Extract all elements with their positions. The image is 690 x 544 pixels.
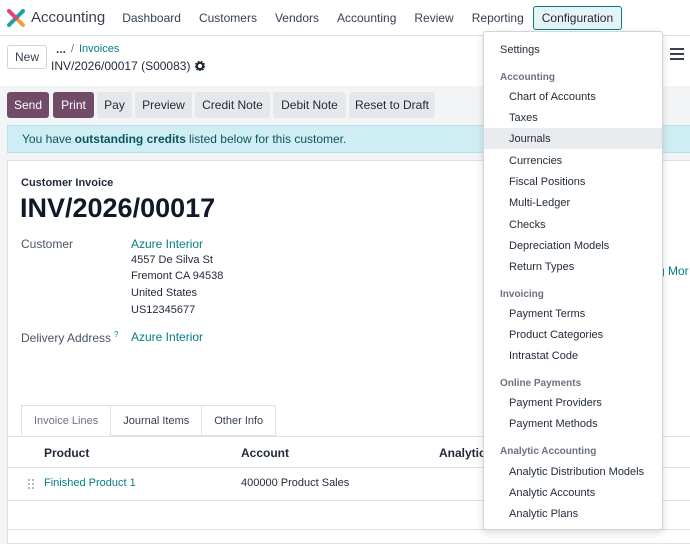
configuration-dropdown: Settings Accounting Chart of Accounts Ta… — [483, 31, 663, 530]
nav-reporting[interactable]: Reporting — [463, 6, 533, 30]
menu-journals[interactable]: Journals — [484, 128, 662, 149]
app-name[interactable]: Accounting — [31, 9, 105, 26]
send-button[interactable]: Send — [7, 92, 49, 118]
invoice-number: INV/2026/00017 — [20, 193, 216, 223]
address-line: Fremont CA 94538 — [131, 270, 224, 282]
credit-note-button[interactable]: Credit Note — [195, 92, 270, 118]
nav-customers[interactable]: Customers — [190, 6, 266, 30]
new-button[interactable]: New — [7, 45, 47, 69]
menu-payment-terms[interactable]: Payment Terms — [484, 303, 662, 324]
tab-journal-items[interactable]: Journal Items — [110, 405, 203, 436]
customer-label: Customer — [21, 237, 74, 251]
nav-vendors[interactable]: Vendors — [266, 6, 328, 30]
menu-payment-providers[interactable]: Payment Providers — [484, 392, 662, 413]
menu-checks[interactable]: Checks — [484, 214, 662, 235]
section-header-online-payments: Online Payments — [500, 378, 582, 389]
customer-link[interactable]: Azure Interior — [131, 237, 203, 251]
menu-currencies[interactable]: Currencies — [484, 150, 662, 171]
debit-note-button[interactable]: Debit Note — [273, 92, 346, 118]
menu-analytic-distribution-models[interactable]: Analytic Distribution Models — [484, 461, 662, 482]
column-product[interactable]: Product — [44, 446, 89, 460]
nav-dashboard[interactable]: Dashboard — [113, 6, 190, 30]
delivery-address-text: Delivery Address — [21, 331, 112, 345]
menu-chart-of-accounts[interactable]: Chart of Accounts — [484, 86, 662, 107]
tab-other-info[interactable]: Other Info — [201, 405, 277, 436]
alert-bold: outstanding credits — [74, 132, 186, 146]
menu-fiscal-positions[interactable]: Fiscal Positions — [484, 171, 662, 192]
alert-prefix: You have — [22, 132, 72, 146]
breadcrumb-dots[interactable]: ... — [56, 42, 66, 56]
delivery-address-label: Delivery Address? — [21, 330, 119, 345]
section-header-invoicing: Invoicing — [500, 289, 544, 300]
document-type: Customer Invoice — [21, 177, 114, 189]
menu-multi-ledger[interactable]: Multi-Ledger — [484, 192, 662, 213]
menu-analytic-accounts[interactable]: Analytic Accounts — [484, 482, 662, 503]
address-line: US12345677 — [131, 304, 196, 316]
help-icon[interactable]: ? — [114, 330, 118, 339]
tab-invoice-lines[interactable]: Invoice Lines — [21, 405, 112, 436]
menu-return-types[interactable]: Return Types — [484, 256, 662, 277]
alert-suffix: listed below for this customer. — [188, 132, 347, 146]
column-account[interactable]: Account — [241, 446, 289, 460]
menu-icon[interactable] — [670, 48, 684, 60]
menu-settings[interactable]: Settings — [484, 39, 662, 60]
gear-icon[interactable] — [195, 61, 206, 71]
menu-taxes[interactable]: Taxes — [484, 107, 662, 128]
accounting-app-icon[interactable] — [7, 8, 25, 27]
preview-button[interactable]: Preview — [135, 92, 192, 118]
form-tabs: Invoice Lines Journal Items Other Info — [21, 405, 277, 437]
menu-payment-methods[interactable]: Payment Methods — [484, 413, 662, 434]
section-header-analytic-accounting: Analytic Accounting — [500, 446, 597, 457]
nav-review[interactable]: Review — [405, 6, 462, 30]
menu-product-categories[interactable]: Product Categories — [484, 324, 662, 345]
record-name: INV/2026/00017 (S00083) — [51, 59, 191, 73]
section-header-accounting: Accounting — [500, 72, 555, 83]
address-line: United States — [131, 287, 198, 299]
nav-accounting[interactable]: Accounting — [328, 6, 405, 30]
menu-analytic-plans[interactable]: Analytic Plans — [484, 503, 662, 524]
menu-depreciation-models[interactable]: Depreciation Models — [484, 235, 662, 256]
address-line: 4557 De Silva St — [131, 254, 213, 266]
drag-handle-icon[interactable] — [27, 478, 35, 490]
account-cell[interactable]: 400000 Product Sales — [241, 477, 349, 489]
breadcrumb-invoices[interactable]: Invoices — [79, 43, 119, 55]
breadcrumb-separator: / — [71, 43, 75, 55]
product-cell[interactable]: Finished Product 1 — [44, 477, 136, 489]
delivery-address-link[interactable]: Azure Interior — [131, 330, 203, 344]
reset-to-draft-button[interactable]: Reset to Draft — [349, 92, 435, 118]
column-analytic[interactable]: Analytic — [439, 446, 486, 460]
print-button[interactable]: Print — [53, 92, 94, 118]
pay-button[interactable]: Pay — [97, 92, 132, 118]
breadcrumb-current: INV/2026/00017 (S00083) — [51, 59, 206, 73]
nav-configuration[interactable]: Configuration — [532, 5, 623, 30]
menu-intrastat-code[interactable]: Intrastat Code — [484, 345, 662, 366]
